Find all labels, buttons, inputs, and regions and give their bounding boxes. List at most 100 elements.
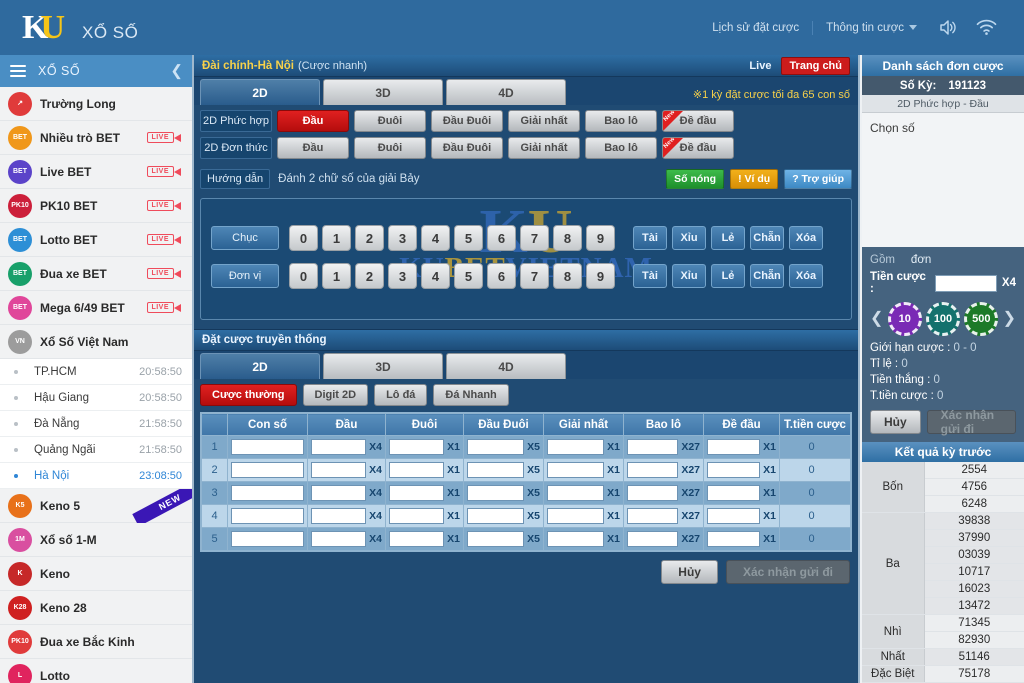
sidebar-region-0[interactable]: TP.HCM 20:58:50 <box>0 359 192 385</box>
digit-button-0-3[interactable]: 3 <box>388 225 417 251</box>
digit-button-0-6[interactable]: 6 <box>487 225 516 251</box>
bet-input-4-2[interactable] <box>389 531 445 547</box>
sidebar-item-7[interactable]: VN Xổ Số Việt Nam <box>0 325 192 359</box>
tab-4D[interactable]: 4D <box>446 79 566 105</box>
bet-input-4-3[interactable] <box>467 531 525 547</box>
sidebar-item-5[interactable]: BET Đua xe BET LIVE <box>0 257 192 291</box>
bet-input-2-1[interactable] <box>311 485 367 501</box>
digit-button-0-1[interactable]: 1 <box>322 225 351 251</box>
digit-button-1-2[interactable]: 2 <box>355 263 384 289</box>
bet-button-0-2[interactable]: Đầu Đuôi <box>431 110 503 132</box>
sidebar-item-6[interactable]: BET Mega 6/49 BET LIVE <box>0 291 192 325</box>
sidebar-game-3[interactable]: K28 Keno 28 <box>0 591 192 625</box>
bet-button-1-0[interactable]: Đầu <box>277 137 349 159</box>
quick-button-1-1[interactable]: Xỉu <box>672 264 706 288</box>
bet-input-0-3[interactable] <box>467 439 525 455</box>
sidebar-region-3[interactable]: Quảng Ngãi 21:58:50 <box>0 437 192 463</box>
guide-button-2[interactable]: ? Trợ giúp <box>784 169 852 189</box>
sidebar-item-3[interactable]: PK10 PK10 BET LIVE <box>0 189 192 223</box>
chip-100[interactable]: 100 <box>926 302 960 337</box>
bet-input-2-4[interactable] <box>547 485 605 501</box>
bet-input-2-0[interactable] <box>231 485 304 501</box>
traditional-subbutton-2[interactable]: Lô đá <box>374 384 428 406</box>
guide-button-0[interactable]: Số nóng <box>666 169 725 189</box>
traditional-subbutton-1[interactable]: Digit 2D <box>302 384 369 406</box>
sidebar-region-2[interactable]: Đà Nẵng 21:58:50 <box>0 411 192 437</box>
digit-button-0-5[interactable]: 5 <box>454 225 483 251</box>
sidebar-game-2[interactable]: K Keno <box>0 557 192 591</box>
digit-button-0-8[interactable]: 8 <box>553 225 582 251</box>
bet-input-2-3[interactable] <box>467 485 525 501</box>
digit-button-1-0[interactable]: 0 <box>289 263 318 289</box>
chip-500[interactable]: 500 <box>964 302 999 337</box>
traditional-tab-3D[interactable]: 3D <box>323 353 443 379</box>
traditional-tab-2D[interactable]: 2D <box>200 353 320 379</box>
bet-input-3-5[interactable] <box>627 508 679 524</box>
guide-button-1[interactable]: ! Ví dụ <box>730 169 779 189</box>
bet-button-0-0[interactable]: Đầu <box>277 110 349 132</box>
digit-button-1-3[interactable]: 3 <box>388 263 417 289</box>
cancel-button[interactable]: Hủy <box>661 560 718 584</box>
bet-button-0-3[interactable]: Giải nhất <box>508 110 580 132</box>
confirm-button[interactable]: Xác nhận gửi đi <box>725 560 850 584</box>
digit-button-1-7[interactable]: 7 <box>520 263 549 289</box>
menu-icon[interactable] <box>10 65 26 77</box>
bet-input-3-4[interactable] <box>547 508 605 524</box>
sidebar-header[interactable]: XỔ SỐ ❮ <box>0 55 192 87</box>
bet-input-0-6[interactable] <box>707 439 761 455</box>
bet-button-1-2[interactable]: Đầu Đuôi <box>431 137 503 159</box>
bet-button-1-3[interactable]: Giải nhất <box>508 137 580 159</box>
bet-input-4-0[interactable] <box>231 531 304 547</box>
digit-button-0-4[interactable]: 4 <box>421 225 450 251</box>
bet-button-1-5[interactable]: New Đề đầu <box>662 137 734 159</box>
bet-input-4-5[interactable] <box>627 531 679 547</box>
bet-history-link[interactable]: Lịch sử đặt cược <box>699 20 814 35</box>
quick-button-1-2[interactable]: Lẻ <box>711 264 745 288</box>
quick-button-0-2[interactable]: Lẻ <box>711 226 745 250</box>
position-button-0[interactable]: Chục <box>211 226 279 250</box>
sidebar-region-1[interactable]: Hậu Giang 20:58:50 <box>0 385 192 411</box>
chevron-right-icon[interactable]: ❯ <box>1003 311 1016 327</box>
bet-input-1-6[interactable] <box>707 462 761 478</box>
traditional-subbutton-0[interactable]: Cược thường <box>200 384 297 406</box>
digit-button-1-6[interactable]: 6 <box>487 263 516 289</box>
digit-button-0-0[interactable]: 0 <box>289 225 318 251</box>
bet-input-0-2[interactable] <box>389 439 445 455</box>
bet-button-0-4[interactable]: Bao lô <box>585 110 657 132</box>
quick-button-1-4[interactable]: Xóa <box>789 264 823 288</box>
bet-input-3-0[interactable] <box>231 508 304 524</box>
digit-button-1-1[interactable]: 1 <box>322 263 351 289</box>
bet-input-1-1[interactable] <box>311 462 367 478</box>
quick-button-1-3[interactable]: Chẵn <box>750 264 784 288</box>
home-button[interactable]: Trang chủ <box>781 56 850 75</box>
sidebar-item-4[interactable]: BET Lotto BET LIVE <box>0 223 192 257</box>
digit-button-1-8[interactable]: 8 <box>553 263 582 289</box>
bet-input-0-1[interactable] <box>311 439 367 455</box>
sidebar-game-0[interactable]: K5 Keno 5 NEW <box>0 488 192 523</box>
bet-input-3-1[interactable] <box>311 508 367 524</box>
digit-button-1-9[interactable]: 9 <box>586 263 615 289</box>
traditional-subbutton-3[interactable]: Đá Nhanh <box>433 384 509 406</box>
bet-input-1-0[interactable] <box>231 462 304 478</box>
bet-input-1-4[interactable] <box>547 462 605 478</box>
quick-button-0-4[interactable]: Xóa <box>789 226 823 250</box>
quick-button-0-0[interactable]: Tài <box>633 226 667 250</box>
sidebar-item-1[interactable]: BET Nhiều trò BET LIVE <box>0 121 192 155</box>
position-button-1[interactable]: Đơn vị <box>211 264 279 288</box>
bet-input-4-4[interactable] <box>547 531 605 547</box>
tab-2D[interactable]: 2D <box>200 79 320 105</box>
chip-10[interactable]: 10 <box>887 302 922 337</box>
bet-input-1-2[interactable] <box>389 462 445 478</box>
right-cancel-button[interactable]: Hủy <box>870 410 921 435</box>
traditional-tab-4D[interactable]: 4D <box>446 353 566 379</box>
digit-button-0-2[interactable]: 2 <box>355 225 384 251</box>
bet-amount-input[interactable] <box>934 274 997 292</box>
bet-info-menu[interactable]: Thông tin cược <box>813 21 930 35</box>
quick-button-1-0[interactable]: Tài <box>633 264 667 288</box>
bet-button-0-1[interactable]: Đuôi <box>354 110 426 132</box>
chevron-left-icon[interactable]: ❮ <box>170 64 183 79</box>
sidebar-item-2[interactable]: BET Live BET LIVE <box>0 155 192 189</box>
sidebar-game-5[interactable]: L Lotto <box>0 659 192 683</box>
bet-input-3-3[interactable] <box>467 508 525 524</box>
sidebar-item-0[interactable]: ↗ Trường Long <box>0 87 192 121</box>
